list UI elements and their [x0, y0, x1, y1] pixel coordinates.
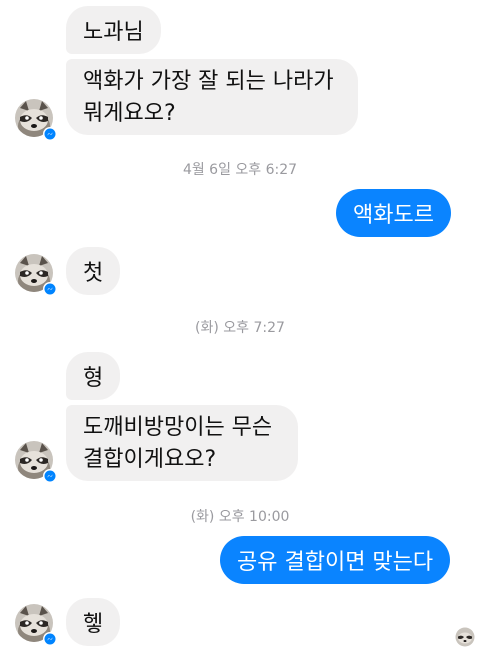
incoming-message[interactable]: 도깨비방망이는 무슨 결합이게요오? — [66, 405, 298, 481]
incoming-message[interactable]: 액화가 가장 잘 되는 나라가 뭐게요오? — [66, 59, 358, 135]
conversation-view: 노과님 액화가 가장 잘 되는 나라가 뭐게요오? 4월 6일 오후 6:27 … — [0, 0, 480, 658]
timestamp: (화) 오후 7:27 — [195, 320, 285, 336]
incoming-message[interactable]: 헿 — [66, 598, 121, 646]
message-text-line: 도깨비방망이는 무슨 — [83, 415, 273, 440]
sender-avatar[interactable] — [14, 440, 56, 482]
message-text: 첫 — [83, 261, 104, 286]
message-text: 액화도르 — [353, 203, 434, 228]
raccoon-avatar-icon — [15, 441, 56, 482]
message-text: 헿 — [83, 612, 104, 637]
incoming-message[interactable]: 첫 — [66, 247, 121, 295]
raccoon-avatar-icon — [15, 99, 56, 140]
sender-avatar[interactable] — [14, 253, 56, 295]
message-text-line: 결합이게요오? — [83, 447, 217, 472]
timestamp: (화) 오후 10:00 — [190, 509, 290, 525]
message-text: 형 — [83, 366, 104, 391]
sender-avatar[interactable] — [14, 98, 56, 140]
incoming-message[interactable]: 형 — [66, 352, 121, 400]
outgoing-message[interactable]: 공유 결합이면 맞는다 — [220, 536, 451, 584]
message-text: 노과님 — [83, 20, 144, 45]
raccoon-avatar-icon — [15, 604, 56, 645]
raccoon-avatar-icon — [15, 254, 56, 295]
incoming-message[interactable]: 노과님 — [66, 6, 161, 54]
read-receipt-avatar — [455, 627, 475, 647]
timestamp: 4월 6일 오후 6:27 — [182, 162, 298, 178]
outgoing-message[interactable]: 액화도르 — [336, 189, 451, 237]
message-text-line: 뭐게요오? — [83, 101, 176, 126]
message-text-line: 액화가 가장 잘 되는 나라가 — [83, 69, 334, 94]
sender-avatar[interactable] — [14, 603, 56, 645]
read-receipt-avatar-icon — [455, 627, 475, 647]
message-text: 공유 결합이면 맞는다 — [237, 550, 434, 575]
